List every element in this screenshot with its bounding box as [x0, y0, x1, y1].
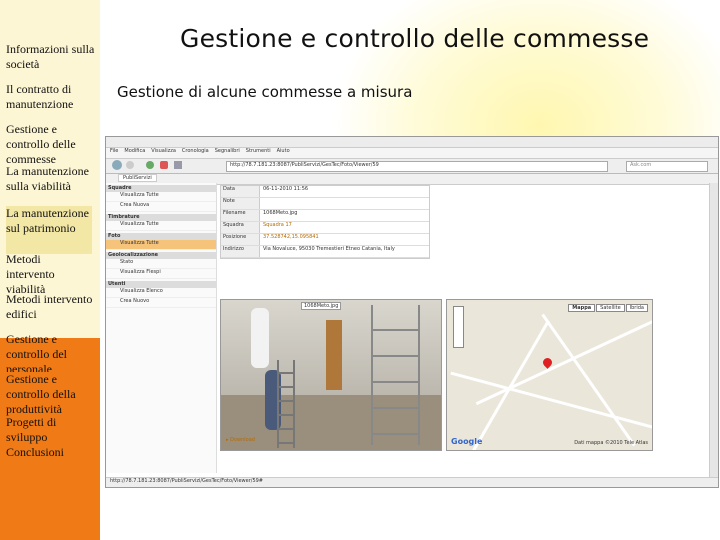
- browser-toolbar: http://78.7.181.23:8087/PubliServizi/Ges…: [106, 159, 718, 174]
- table-row: Squadra Squadra 17: [221, 222, 429, 234]
- nav-item-gestione-commesse[interactable]: Gestione e controllo delle commesse: [6, 122, 94, 167]
- table-row: Indirizzo Via Novaluce, 95030 Tremestieri…: [221, 246, 429, 258]
- photo-worker: [251, 308, 269, 368]
- map-tab-ibrida[interactable]: Ibrida: [625, 304, 648, 312]
- menu-cronologia[interactable]: Cronologia: [182, 148, 209, 158]
- home-icon[interactable]: [174, 161, 182, 169]
- menu-strumenti[interactable]: Strumenti: [246, 148, 271, 158]
- download-link[interactable]: ▸ Download: [226, 437, 255, 443]
- map-road: [475, 317, 652, 406]
- stop-icon[interactable]: [160, 161, 168, 169]
- panel-header-squadre: Squadre: [106, 185, 216, 192]
- browser-titlebar: [106, 137, 718, 148]
- photo-caption: 1068Meto.jpg: [301, 302, 342, 310]
- left-panel: Squadre Visualizza Tutte Crea Nuova Timb…: [106, 183, 217, 473]
- address-bar[interactable]: http://78.7.181.23:8087/PubliServizi/Ges…: [226, 161, 608, 172]
- browser-screenshot: File Modifica Visualizza Cronologia Segn…: [105, 136, 719, 488]
- nav-item-conclusioni[interactable]: Conclusioni: [6, 445, 94, 460]
- map-view[interactable]: Mappa Satellite Ibrida Google Dati mappa…: [446, 299, 653, 451]
- nav-item-contratto[interactable]: Il contratto di manutenzione: [6, 82, 96, 112]
- table-row: Data 06-11-2010 11:56: [221, 186, 429, 198]
- panel-item[interactable]: Visualizza Flespi: [106, 269, 216, 279]
- panel-item-selected[interactable]: Visualizza Tutte: [106, 240, 216, 250]
- panel-item[interactable]: Crea Nuova: [106, 202, 216, 212]
- map-road: [467, 319, 550, 450]
- menu-segnalibri[interactable]: Segnalibri: [215, 148, 240, 158]
- panel-item[interactable]: Visualizza Tutte: [106, 221, 216, 231]
- status-bar: http://78.7.181.23:8087/PubliServizi/Ges…: [106, 477, 718, 487]
- worksite-photo: 1068Meto.jpg: [220, 299, 442, 451]
- browser-menubar: File Modifica Visualizza Cronologia Segn…: [106, 148, 718, 159]
- nav-item-metodi-viabilita[interactable]: Metodi intervento viabilità: [6, 252, 92, 296]
- forward-icon[interactable]: [126, 161, 134, 169]
- map-credit: Dati mappa ©2010 Tele Atlas: [574, 440, 648, 446]
- table-row: Note: [221, 198, 429, 210]
- search-input[interactable]: Ask.com: [626, 161, 708, 172]
- table-row: Posizione 37.528742,15.095841: [221, 234, 429, 246]
- nav-item-informazioni[interactable]: Informazioni sulla società: [6, 42, 96, 72]
- table-row: Filename 1068Meto.jpg: [221, 210, 429, 222]
- panel-item[interactable]: Stato: [106, 259, 216, 269]
- photo-door: [326, 320, 342, 390]
- menu-visualizza[interactable]: Visualizza: [151, 148, 176, 158]
- panel-header-geolocalizzazione: Geolocalizzazione: [106, 252, 216, 259]
- menu-aiuto[interactable]: Aiuto: [277, 148, 290, 158]
- info-table: Data 06-11-2010 11:56 Note Filename 1068Me…: [220, 185, 430, 259]
- back-icon[interactable]: [112, 160, 122, 170]
- map-type-tabs: Mappa Satellite Ibrida: [568, 304, 648, 312]
- nav-item-manutenzione-patrimonio[interactable]: La manutenzione sul patrimonio: [6, 206, 92, 254]
- photo-ladder: [277, 360, 295, 448]
- menu-file[interactable]: File: [110, 148, 118, 158]
- nav-item-manutenzione-viabilita[interactable]: La manutenzione sulla viabilità: [6, 164, 94, 204]
- tab-publiservizi[interactable]: PubliServizi: [118, 174, 157, 182]
- google-logo: Google: [451, 437, 483, 446]
- nav-item-metodi-edifici[interactable]: Metodi intervento edifici: [6, 292, 106, 322]
- photo-scaffold: [371, 305, 420, 445]
- menu-modifica[interactable]: Modifica: [124, 148, 145, 158]
- map-zoom-control[interactable]: [453, 306, 464, 348]
- panel-header-utenti: Utenti: [106, 281, 216, 288]
- nav-item-gestione-produttivita[interactable]: Gestione e controllo della produttività: [6, 372, 94, 418]
- nav-item-progetti-sviluppo[interactable]: Progetti di sviluppo: [6, 415, 86, 445]
- reload-icon[interactable]: [146, 161, 154, 169]
- map-tab-mappa[interactable]: Mappa: [568, 304, 596, 312]
- slide-subtitle: Gestione di alcune commesse a misura: [117, 83, 413, 101]
- panel-item[interactable]: Crea Nuovo: [106, 298, 216, 308]
- sidebar: Informazioni sulla società Il contratto …: [0, 0, 100, 540]
- panel-item[interactable]: Visualizza Elenco: [106, 288, 216, 298]
- panel-header-timbrature: Timbrature: [106, 214, 216, 221]
- slide-title: Gestione e controllo delle commesse: [180, 24, 650, 53]
- nav-item-gestione-personale[interactable]: Gestione e controllo del personale: [6, 332, 94, 372]
- panel-item[interactable]: Visualizza Tutte: [106, 192, 216, 202]
- panel-header-foto: Foto: [106, 233, 216, 240]
- vertical-scrollbar[interactable]: [709, 183, 718, 478]
- map-tab-satellite[interactable]: Satellite: [596, 304, 625, 312]
